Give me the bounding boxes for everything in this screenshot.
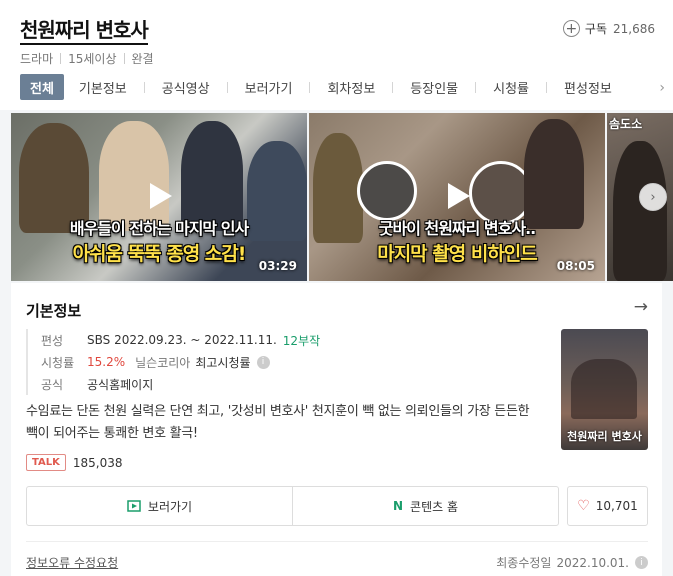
tab-cast[interactable]: 등장인물 [403,74,465,100]
video-caption: 솜도소 [609,117,643,131]
tab-watch[interactable]: 보러가기 [238,74,300,100]
rating-type: 최고시청률 [195,355,251,370]
tab-episodes[interactable]: 회차정보 [320,74,382,100]
divider [143,81,145,93]
header: 천원짜리 변호사 + 구독 21,686 드라마 15세이상 완결 전체 기본정… [0,0,673,110]
play-screen-icon [127,500,141,512]
tab-schedule[interactable]: 편성정보 [557,74,619,100]
watch-button[interactable]: 보러가기 [27,487,292,525]
divider [546,81,548,93]
poster-image[interactable]: 천원짜리 변호사 [561,329,648,450]
video-duration: 03:29 [258,259,297,273]
video-caption: 굿바이 천원짜리 변호사.. [378,219,537,238]
heart-icon: ♡ [577,498,590,514]
person-figure [524,119,584,229]
row-label: 편성 [41,333,64,348]
basic-info-card: 기본정보 → 편성 SBS 2022.09.23. ~ 2022.11.11. … [11,283,662,576]
divider [123,53,125,64]
video-duration: 08:05 [556,259,595,273]
play-icon [150,183,172,209]
info-rows: 편성 SBS 2022.09.23. ~ 2022.11.11. 12부작 시청… [26,329,320,395]
video-thumbnail[interactable]: 굿바이 천원짜리 변호사.. 마지막 촬영 비하인드 08:05 [309,113,605,281]
content-home-label: 콘텐츠 홈 [410,499,459,514]
info-icon[interactable]: i [635,556,648,569]
updated-label: 최종수정일 [496,556,552,570]
report-error-link[interactable]: 정보오류 수정요청 [26,554,118,571]
play-icon [448,183,470,209]
rating-source: 닐슨코리아 [135,355,191,370]
action-bar: 보러가기 N 콘텐츠 홈 [26,486,559,526]
row-value: SBS 2022.09.23. ~ 2022.11.11. [87,333,277,347]
info-row-rating: 시청률 15.2% 닐슨코리아 최고시청률 i [41,351,320,373]
divider [26,541,648,542]
divider [475,81,477,93]
info-row-broadcast: 편성 SBS 2022.09.23. ~ 2022.11.11. 12부작 [41,329,320,351]
subscribe-count: 21,686 [613,21,655,36]
episode-count: 12부작 [282,333,321,348]
info-icon[interactable]: i [256,355,270,369]
row-label: 공식 [41,377,64,392]
like-button[interactable]: ♡ 10,701 [567,486,648,526]
person-figure [357,161,417,221]
talk-section[interactable]: TALK 185,038 [26,454,123,471]
meta-rating: 15세이상 [68,52,117,66]
content-home-button[interactable]: N 콘텐츠 홈 [292,487,558,525]
arrow-right-icon[interactable]: → [634,297,648,317]
video-thumbnail[interactable]: 배우들이 전하는 마지막 인사 아쉬움 뚝뚝 종영 소감! 03:29 [11,113,307,281]
person-figure [613,141,667,281]
like-count: 10,701 [595,499,638,513]
tab-basic-info[interactable]: 기본정보 [72,74,134,100]
plus-icon: + [562,20,580,37]
poster-figure [571,359,637,419]
info-row-official: 공식 공식홈페이지 [41,373,320,395]
video-caption: 배우들이 전하는 마지막 인사 [69,219,249,238]
poster-title: 천원짜리 변호사 [567,430,642,443]
subscribe-label: 구독 [584,22,607,36]
rating-value: 15.2% [87,355,126,369]
tab-official-video[interactable]: 공식영상 [155,74,217,100]
naver-icon: N [392,499,404,513]
synopsis: 수임료는 단돈 천원 실력은 단연 최고, '갓성비 변호사' 천지훈이 빽 없… [26,404,530,441]
carousel-next-button[interactable]: › [639,183,667,211]
tab-ratings[interactable]: 시청률 [486,74,536,100]
last-updated: 최종수정일 2022.10.01. i [496,554,648,571]
meta-info: 드라마 15세이상 완결 [20,50,154,67]
official-homepage-link[interactable]: 공식홈페이지 [87,376,153,393]
tab-bar: 전체 기본정보 공식영상 보러가기 회차정보 등장인물 시청률 편성정보 [20,74,619,100]
chevron-right-icon[interactable]: › [659,80,665,96]
talk-count: 185,038 [72,455,123,470]
video-thumbnail[interactable]: 솜도소 › [607,113,673,281]
divider [392,81,394,93]
page-title[interactable]: 천원짜리 변호사 [20,18,149,45]
meta-status: 완결 [131,52,154,66]
talk-badge: TALK [26,454,66,471]
chevron-right-icon: › [650,189,656,205]
video-carousel: 배우들이 전하는 마지막 인사 아쉬움 뚝뚝 종영 소감! 03:29 굿바이 … [11,113,673,281]
divider [309,81,311,93]
section-heading: 기본정보 [26,302,82,320]
tab-all[interactable]: 전체 [20,74,64,100]
row-label: 시청률 [41,355,75,370]
updated-date: 2022.10.01. [556,555,629,570]
divider [226,81,228,93]
subscribe-button[interactable]: + 구독 21,686 [562,20,655,37]
watch-label: 보러가기 [147,499,193,514]
meta-genre: 드라마 [20,52,54,66]
divider [60,53,62,64]
